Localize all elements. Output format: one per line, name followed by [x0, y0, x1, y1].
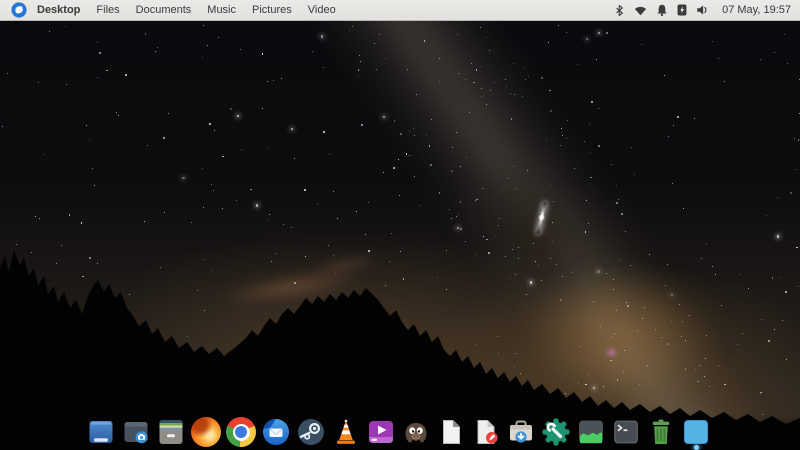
dock-item-package-installer[interactable] [506, 417, 536, 447]
dock-item-system-monitor[interactable] [576, 417, 606, 447]
battery-charging-icon[interactable] [677, 3, 687, 17]
dock-item-chrome[interactable] [226, 417, 256, 447]
archive-manager-icon [156, 417, 186, 447]
chrome-icon [226, 417, 256, 447]
top-panel: Desktop Files Documents Music Pictures V… [0, 0, 800, 21]
media-player-icon [366, 417, 396, 447]
settings-gear-icon [541, 417, 571, 447]
menu-item-files[interactable]: Files [96, 4, 119, 16]
thunderbird-icon [261, 417, 291, 447]
notifications-bell-icon[interactable] [656, 3, 668, 17]
dock-item-settings[interactable] [541, 417, 571, 447]
dock-item-libreoffice[interactable] [436, 417, 466, 447]
show-desktop-icon [681, 417, 711, 447]
document-editor-icon [471, 417, 501, 447]
wifi-icon[interactable] [634, 3, 647, 17]
libreoffice-icon [436, 417, 466, 447]
system-monitor-icon [576, 417, 606, 447]
menu-item-documents[interactable]: Documents [136, 4, 192, 16]
menu-item-video[interactable]: Video [308, 4, 336, 16]
panel-clock[interactable]: 07 May, 19:57 [722, 4, 791, 16]
dock-item-trash[interactable] [646, 417, 676, 447]
dock-item-show-desktop[interactable] [681, 417, 711, 447]
menu-item-pictures[interactable]: Pictures [252, 4, 292, 16]
dock-item-steam[interactable] [296, 417, 326, 447]
dock-item-screenshot[interactable] [121, 417, 151, 447]
package-installer-icon [506, 417, 536, 447]
firefox-icon [191, 417, 221, 447]
dock-item-gimp[interactable] [401, 417, 431, 447]
dock-item-firefox[interactable] [191, 417, 221, 447]
terminal-icon [611, 417, 641, 447]
trash-icon [646, 417, 676, 447]
dock [86, 417, 711, 447]
volume-icon[interactable] [696, 3, 709, 17]
bluetooth-icon[interactable] [614, 3, 625, 17]
desktop-display-icon [86, 417, 116, 447]
dock-item-vlc[interactable] [331, 417, 361, 447]
gimp-icon [401, 417, 431, 447]
desktop-screen: Desktop Files Documents Music Pictures V… [0, 0, 800, 450]
menu-item-music[interactable]: Music [207, 4, 236, 16]
steam-icon [296, 417, 326, 447]
vlc-icon [331, 417, 361, 447]
distro-logo[interactable] [11, 2, 27, 18]
system-tray: 07 May, 19:57 [614, 3, 800, 17]
screenshot-icon [121, 417, 151, 447]
menu-item-desktop[interactable]: Desktop [37, 4, 80, 16]
dock-item-document-editor[interactable] [471, 417, 501, 447]
dock-item-media-player[interactable] [366, 417, 396, 447]
dock-item-archive-manager[interactable] [156, 417, 186, 447]
panel-menu: Desktop Files Documents Music Pictures V… [37, 4, 336, 16]
dock-item-thunderbird[interactable] [261, 417, 291, 447]
dock-item-desktop-display[interactable] [86, 417, 116, 447]
active-app-indicator [694, 445, 699, 450]
dock-item-terminal[interactable] [611, 417, 641, 447]
